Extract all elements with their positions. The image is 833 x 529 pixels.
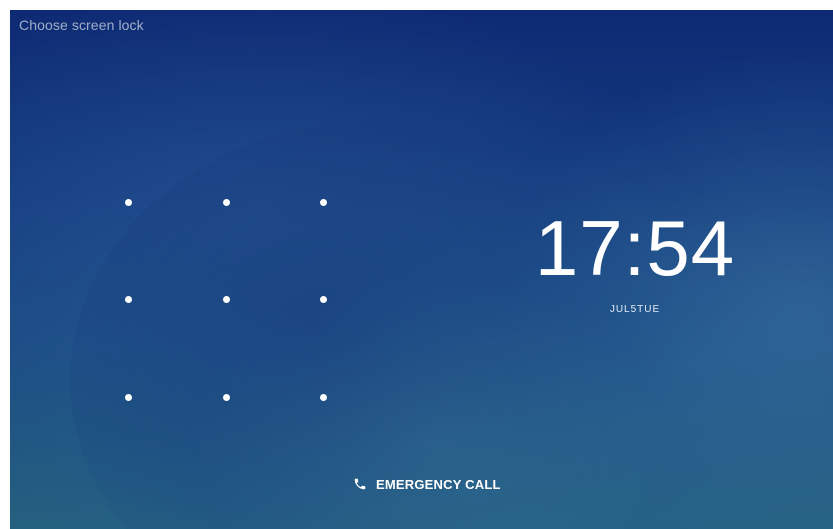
pattern-dot[interactable] [125,296,132,303]
lock-screen: Choose screen lock 17:54 JUL5TUE EMERGEN… [10,10,833,529]
pattern-dot[interactable] [320,394,327,401]
emergency-call-label: EMERGENCY CALL [376,476,501,492]
date-label: JUL5TUE [609,304,661,315]
pattern-dot[interactable] [125,199,132,206]
pattern-dot[interactable] [320,199,327,206]
emergency-call-button[interactable]: EMERGENCY CALL [353,474,501,494]
clock: 17:54 [534,204,736,292]
pattern-dot[interactable] [223,199,230,206]
pattern-dot[interactable] [223,296,230,303]
pattern-dot[interactable] [223,394,230,401]
pattern-dot[interactable] [125,394,132,401]
pattern-dot[interactable] [320,296,327,303]
phone-icon [353,477,367,491]
